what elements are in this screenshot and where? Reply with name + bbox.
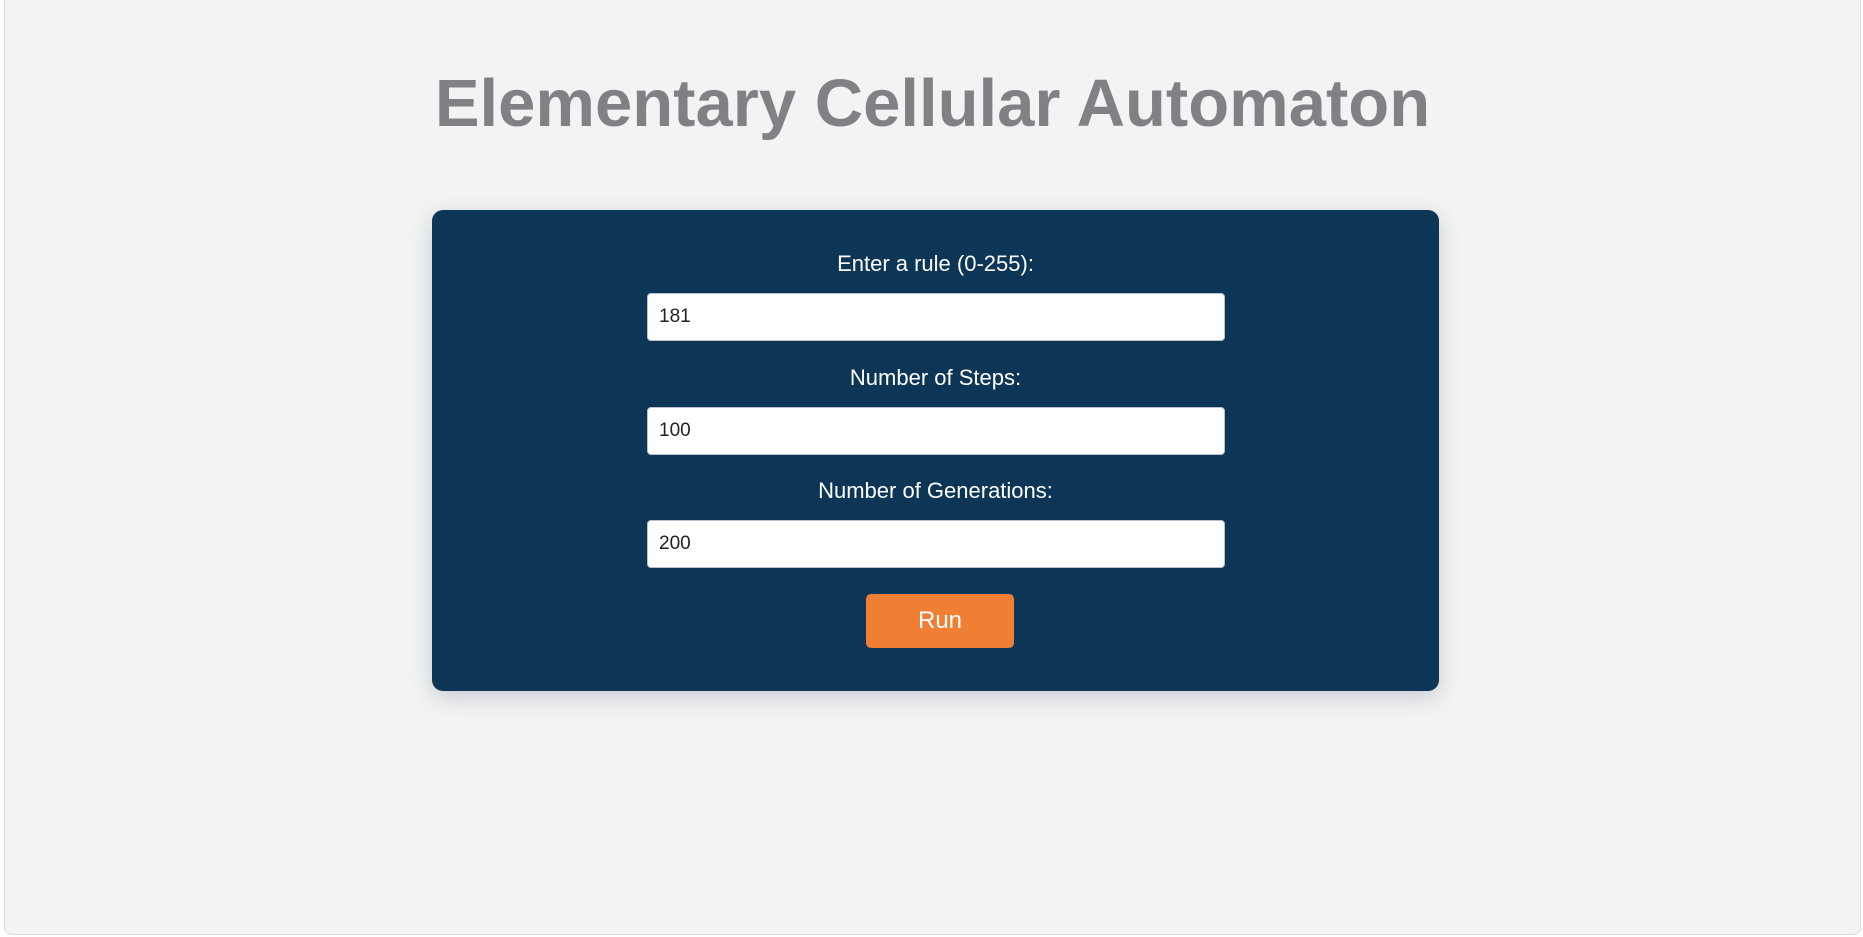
rule-label: Enter a rule (0-255): (837, 251, 1034, 276)
steps-label: Number of Steps: (849, 365, 1022, 390)
run-button[interactable]: Run (866, 594, 1014, 648)
steps-input[interactable] (647, 407, 1225, 455)
generations-label: Number of Generations: (818, 478, 1053, 503)
automaton-form-panel: Enter a rule (0-255): Number of Steps: N… (432, 210, 1439, 691)
rule-input[interactable] (647, 293, 1225, 341)
generations-input[interactable] (647, 520, 1225, 568)
page-title: Elementary Cellular Automaton (434, 66, 1431, 141)
page-background: Elementary Cellular Automaton Enter a ru… (4, 0, 1861, 935)
